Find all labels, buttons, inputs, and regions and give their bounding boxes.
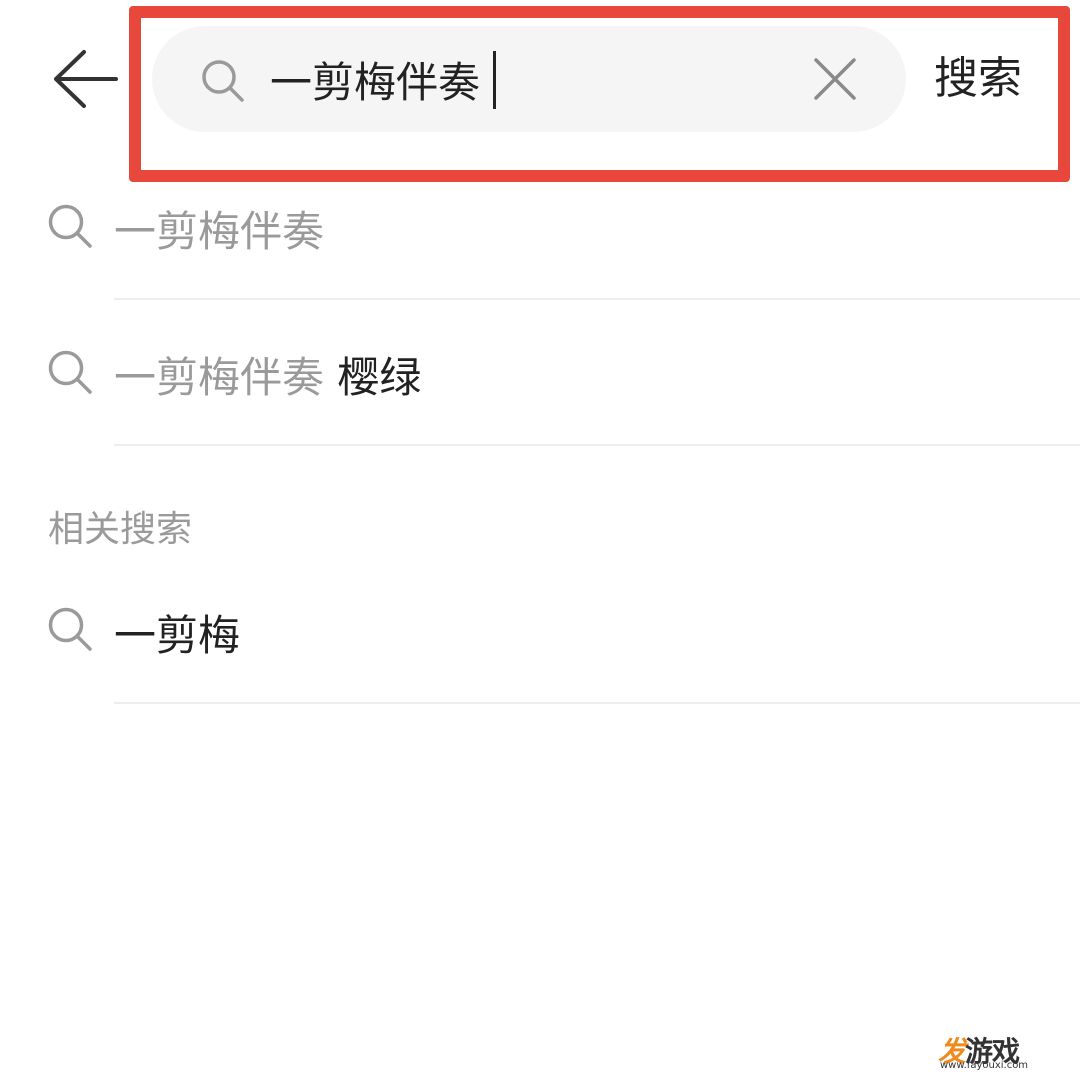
suggestion-matched-text: 一剪梅伴奏 [114, 353, 325, 402]
close-icon [814, 58, 856, 100]
search-submit-button[interactable]: 搜索 [934, 46, 1034, 112]
text-cursor [493, 51, 496, 109]
divider [114, 702, 1080, 704]
related-searches-heading: 相关搜索 [48, 509, 193, 550]
search-icon [48, 607, 92, 651]
related-search-item[interactable]: 一剪梅 [0, 558, 1080, 704]
watermark-logo: 发游戏 www.fayouxi.com [938, 1030, 1048, 1076]
related-search-label: 一剪梅 [114, 611, 241, 660]
search-box[interactable] [152, 26, 906, 132]
suggestion-label: 一剪梅伴奏 [114, 198, 324, 259]
search-icon [48, 204, 92, 248]
suggestion-extra-text: 樱绿 [324, 353, 422, 402]
arrow-left-icon [54, 50, 118, 108]
watermark-url: www.fayouxi.com [940, 1060, 1029, 1071]
suggestion-matched-text: 一剪梅伴奏 [114, 207, 325, 256]
back-button[interactable] [50, 48, 120, 110]
suggestion-item[interactable]: 一剪梅伴奏 樱绿 [0, 300, 1080, 446]
suggestion-label: 一剪梅伴奏 樱绿 [114, 344, 421, 405]
clear-button[interactable] [808, 52, 862, 106]
search-icon [202, 60, 244, 102]
divider [114, 444, 1080, 446]
suggestion-item[interactable]: 一剪梅伴奏 [0, 154, 1080, 300]
search-icon [48, 350, 92, 394]
search-input[interactable] [270, 44, 790, 114]
